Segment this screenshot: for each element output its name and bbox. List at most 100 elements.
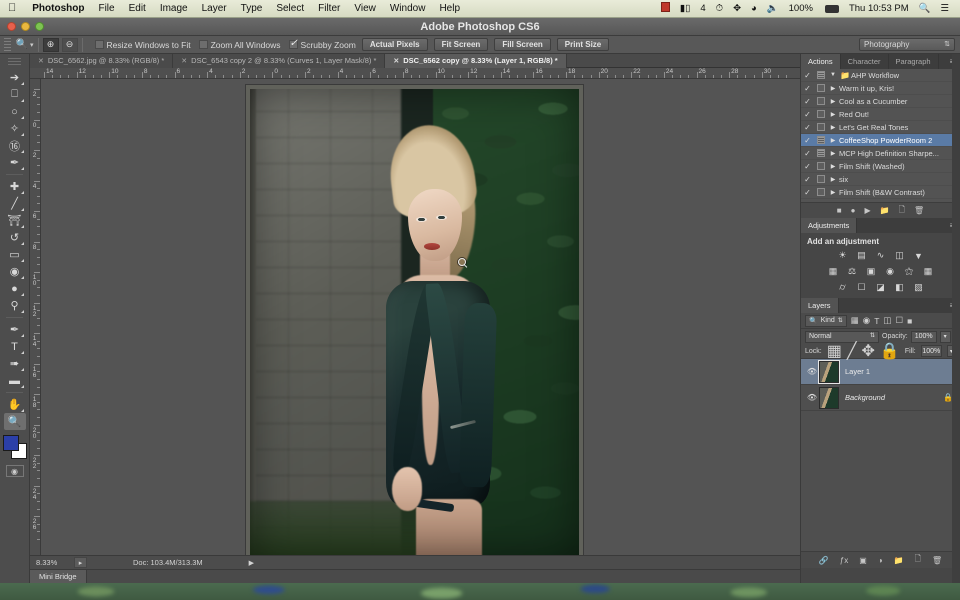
chevron-right-icon[interactable]: ▶ xyxy=(827,85,839,92)
layer-thumbnail[interactable] xyxy=(819,386,839,409)
action-dialog-toggle[interactable] xyxy=(814,136,827,144)
close-icon[interactable] xyxy=(7,22,16,31)
action-dialog-toggle[interactable] xyxy=(814,84,827,92)
action-enabled-checkmark[interactable]: ✓ xyxy=(801,110,814,119)
color-lookup-icon[interactable]: ▦ xyxy=(922,265,935,278)
document-tab-1[interactable]: ✕ DSC_6562.jpg @ 8.33% (RGB/8) * xyxy=(30,53,174,68)
tab-character[interactable]: Character xyxy=(840,54,889,69)
channel-mixer-icon[interactable]: ⚝ xyxy=(903,265,916,278)
brush-tool[interactable]: ╱ xyxy=(4,195,26,212)
chevron-right-icon[interactable]: ▶ xyxy=(827,150,839,157)
action-dialog-toggle[interactable] xyxy=(814,110,827,118)
vibrance-icon[interactable]: ▼ xyxy=(912,249,925,262)
foreground-color-swatch[interactable] xyxy=(2,435,19,451)
menu-view[interactable]: View xyxy=(347,3,383,14)
action-dialog-toggle[interactable] xyxy=(814,162,827,170)
chevron-down-icon[interactable]: ▼ xyxy=(827,72,839,78)
menu-help[interactable]: Help xyxy=(432,3,467,14)
fit-screen-button[interactable]: Fit Screen xyxy=(433,38,489,51)
healing-brush-tool[interactable]: ✚ xyxy=(4,178,26,195)
clone-stamp-tool[interactable]: ⛩ xyxy=(4,212,26,229)
threshold-icon[interactable]: ◪ xyxy=(874,281,887,294)
layer-filter-kind-dropdown[interactable]: 🔍 Kind ⇅ xyxy=(805,314,847,327)
action-enabled-checkmark[interactable]: ✓ xyxy=(801,84,814,93)
menu-filter[interactable]: Filter xyxy=(311,3,347,14)
action-enabled-checkmark[interactable]: ✓ xyxy=(801,123,814,132)
filter-toggle-icon[interactable]: ■ xyxy=(907,316,912,326)
hue-saturation-icon[interactable]: ▦ xyxy=(827,265,840,278)
action-enabled-checkmark[interactable]: ✓ xyxy=(801,136,814,145)
invert-icon[interactable]: ⌭ xyxy=(836,281,849,294)
new-set-icon[interactable]: 📁 xyxy=(880,206,890,215)
menu-layer[interactable]: Layer xyxy=(195,3,234,14)
document-tab-2[interactable]: ✕ DSC_6543 copy 2 @ 8.33% (Curves 1, Lay… xyxy=(173,53,386,68)
quick-mask-icon[interactable]: ◉ xyxy=(5,465,24,477)
volume-icon[interactable]: 🔈 xyxy=(762,3,784,14)
smart-object-icon[interactable]: ☐ xyxy=(895,315,903,326)
menu-type[interactable]: Type xyxy=(234,3,270,14)
action-enabled-checkmark[interactable]: ✓ xyxy=(801,71,814,80)
history-brush-tool[interactable]: ↺ xyxy=(4,229,26,246)
levels-icon[interactable]: ▤ xyxy=(855,249,868,262)
apple-icon[interactable]:  xyxy=(0,3,25,14)
eraser-tool[interactable]: ▭ xyxy=(4,246,26,263)
action-dialog-toggle[interactable] xyxy=(814,123,827,131)
resize-windows-checkbox[interactable]: Resize Windows to Fit xyxy=(94,40,191,50)
action-row[interactable]: ✓ ▶ six xyxy=(801,173,960,186)
menu-select[interactable]: Select xyxy=(269,3,311,14)
action-dialog-toggle[interactable] xyxy=(814,175,827,183)
zoom-all-windows-checkbox[interactable]: Zoom All Windows xyxy=(198,40,281,50)
menu-edit[interactable]: Edit xyxy=(122,3,153,14)
lasso-tool[interactable]: ○ xyxy=(4,103,26,120)
action-dialog-toggle[interactable] xyxy=(814,149,827,157)
options-bar-grip[interactable] xyxy=(4,37,11,52)
eye-icon[interactable]: 👁 xyxy=(805,367,819,376)
status-expand-arrow[interactable]: ▶ xyxy=(249,559,254,567)
path-selection-tool[interactable]: ➠ xyxy=(4,355,26,372)
eye-icon[interactable]: 👁 xyxy=(805,393,819,402)
document-image[interactable] xyxy=(246,85,583,555)
layer-name[interactable]: Layer 1 xyxy=(845,367,956,376)
fill-screen-button[interactable]: Fill Screen xyxy=(494,38,551,51)
black-white-icon[interactable]: ▣ xyxy=(865,265,878,278)
lock-position-icon[interactable]: ✥ xyxy=(862,341,875,361)
zoom-out-icon[interactable]: ⊖ xyxy=(61,37,78,52)
action-row[interactable]: ✓ ▶ Warm it up, Kris! xyxy=(801,82,960,95)
hand-tool[interactable]: ✋ xyxy=(4,396,26,413)
zoom-tool[interactable]: 🔍 xyxy=(3,413,26,430)
chevron-right-icon[interactable]: ▶ xyxy=(827,163,839,170)
play-icon[interactable]: ▶ xyxy=(864,206,870,215)
actions-list[interactable]: ✓ ▼ 📁 AHP Workflow ✓ ▶ Warm it up, Kris! ✓ ▶ Cool… xyxy=(801,69,960,202)
pixel-layers-icon[interactable]: ▦ xyxy=(851,315,859,326)
chevron-right-icon[interactable]: ▶ xyxy=(827,176,839,183)
document-tab-3[interactable]: ✕ DSC_6562 copy @ 8.33% (Layer 1, RGB/8)… xyxy=(385,53,567,68)
tab-paragraph[interactable]: Paragraph xyxy=(888,54,939,69)
posterize-icon[interactable]: ☐ xyxy=(855,281,868,294)
action-enabled-checkmark[interactable]: ✓ xyxy=(801,175,814,184)
move-tool[interactable]: ➔ xyxy=(4,69,26,86)
lock-all-icon[interactable]: 🔒 xyxy=(880,341,900,361)
action-dialog-toggle[interactable] xyxy=(814,97,827,105)
close-icon[interactable]: ✕ xyxy=(181,57,187,65)
action-dialog-toggle[interactable] xyxy=(814,71,827,79)
crop-tool[interactable]: ⑯ xyxy=(4,137,26,154)
vertical-ruler[interactable]: 2 0 2 4 6 8 10 12 14 16 18 20 22 24 26 xyxy=(30,79,41,555)
time-machine-icon[interactable]: ⏱ xyxy=(711,3,728,14)
rectangle-shape-tool[interactable]: ▬ xyxy=(4,372,26,389)
magic-wand-tool[interactable]: ✧ xyxy=(4,120,26,137)
scrubby-zoom-checkbox[interactable]: Scrubby Zoom xyxy=(288,38,356,50)
new-fill-adjustment-icon[interactable]: ◑ xyxy=(878,556,883,565)
notification-center-icon[interactable]: ☰ xyxy=(935,3,954,14)
action-enabled-checkmark[interactable]: ✓ xyxy=(801,188,814,197)
chevron-right-icon[interactable]: ▶ xyxy=(827,189,839,196)
color-balance-icon[interactable]: ⚖ xyxy=(846,265,859,278)
menu-photoshop[interactable]: Photoshop xyxy=(25,3,91,14)
menu-image[interactable]: Image xyxy=(153,3,195,14)
new-action-icon[interactable]: 🗋 xyxy=(899,204,905,218)
chevron-right-icon[interactable]: ▶ xyxy=(827,137,839,144)
selective-color-icon[interactable]: ◧ xyxy=(893,281,906,294)
link-layers-icon[interactable]: 🔗 xyxy=(819,556,829,565)
photo-filter-icon[interactable]: ◉ xyxy=(884,265,897,278)
action-row[interactable]: ✓ ▶ MCP High Definition Sharpe... xyxy=(801,147,960,160)
layer-mask-icon[interactable]: ▣ xyxy=(859,556,867,565)
